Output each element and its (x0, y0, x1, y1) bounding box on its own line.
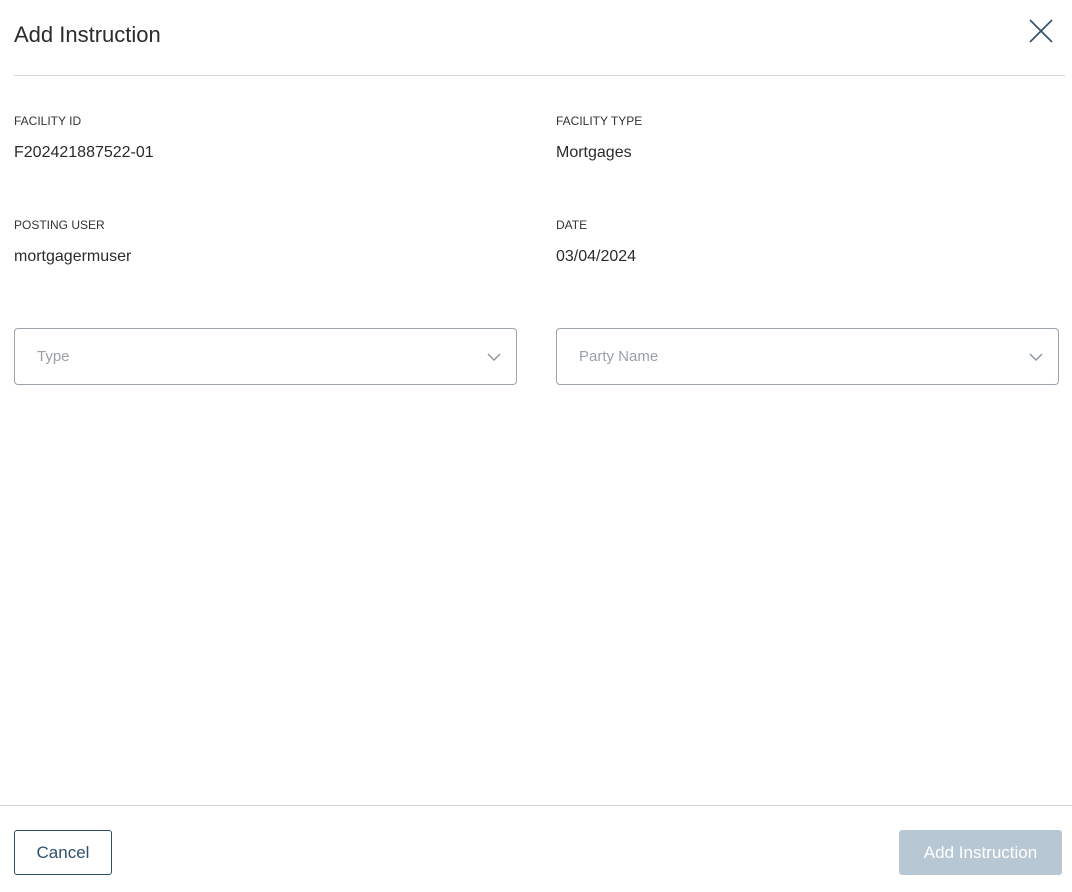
type-select-placeholder: Type (37, 348, 70, 365)
dialog-title: Add Instruction (14, 22, 161, 47)
posting-user-value: mortgagermuser (14, 248, 132, 265)
facility-id-value: F202421887522-01 (14, 144, 154, 161)
posting-user-field: POSTING USER mortgagermuser (14, 217, 131, 267)
close-icon (1029, 19, 1053, 43)
type-select[interactable]: Type (14, 328, 517, 385)
dialog-header: Add Instruction (14, 0, 1065, 76)
dialog-footer: Cancel Add Instruction (0, 805, 1072, 892)
date-value: 03/04/2024 (556, 248, 637, 265)
close-button[interactable] (1028, 18, 1054, 44)
facility-type-label: FACILITY TYPE (556, 114, 643, 128)
add-instruction-button[interactable]: Add Instruction (899, 830, 1062, 875)
date-field: DATE 03/04/2024 (556, 217, 636, 267)
date-label: DATE (556, 218, 588, 232)
facility-type-value: Mortgages (556, 144, 632, 161)
chevron-down-icon (487, 353, 501, 361)
chevron-down-icon (1029, 353, 1043, 361)
party-name-select-placeholder: Party Name (579, 348, 659, 365)
facility-type-field: FACILITY TYPE Mortgages (556, 113, 642, 163)
posting-user-label: POSTING USER (14, 218, 105, 232)
facility-id-label: FACILITY ID (14, 114, 82, 128)
facility-id-field: FACILITY ID F202421887522-01 (14, 113, 154, 163)
add-instruction-dialog: Add Instruction FACILITY ID F20242188752… (0, 0, 1072, 892)
cancel-button[interactable]: Cancel (14, 830, 112, 875)
party-name-select[interactable]: Party Name (556, 328, 1059, 385)
